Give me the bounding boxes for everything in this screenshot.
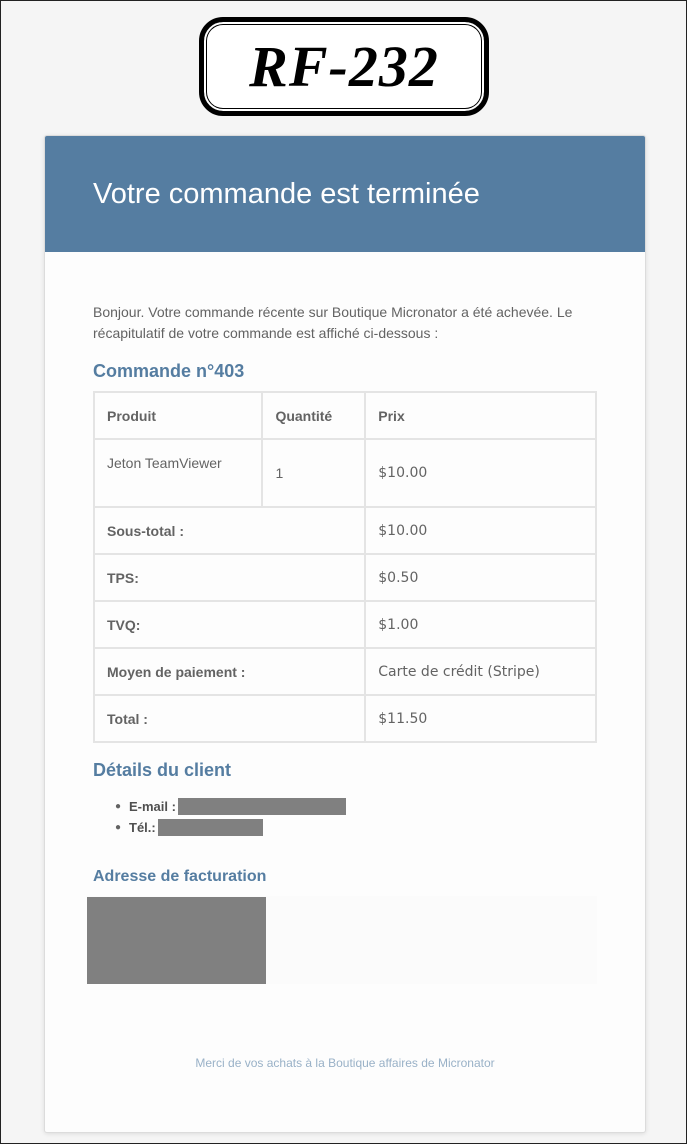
item-quantity: 1 bbox=[261, 438, 367, 508]
column-header-quantity: Quantité bbox=[261, 391, 367, 440]
tvq-row: TVQ: $1.00 bbox=[92, 600, 597, 649]
column-header-product: Produit bbox=[92, 391, 264, 440]
page-title: Votre commande est terminée bbox=[93, 177, 480, 210]
subtotal-row: Sous-total : $10.00 bbox=[92, 506, 597, 555]
item-price: $10.00 bbox=[364, 438, 597, 508]
list-item-email: ● E-mail : bbox=[115, 796, 346, 817]
table-row: Jeton TeamViewer 1 $10.00 bbox=[92, 438, 597, 508]
payment-method-label: Moyen de paiement : bbox=[92, 647, 367, 696]
list-item-phone: ● Tél.: bbox=[115, 817, 346, 838]
tvq-label: TVQ: bbox=[92, 600, 367, 649]
client-details-title: Détails du client bbox=[93, 760, 232, 780]
email-header: Votre commande est terminée bbox=[45, 136, 645, 252]
logo-text: RF-232 bbox=[249, 33, 439, 99]
bullet-icon: ● bbox=[115, 801, 122, 812]
email-redaction bbox=[177, 798, 346, 815]
subtotal-label: Sous-total : bbox=[92, 506, 367, 555]
item-product: Jeton TeamViewer bbox=[92, 438, 264, 508]
subtotal-value: $10.00 bbox=[364, 506, 597, 555]
order-title: Commande n°403 bbox=[93, 361, 245, 381]
total-value: $11.50 bbox=[364, 694, 597, 743]
email-card: Votre commande est terminée Bonjour. Vot… bbox=[44, 135, 646, 1133]
order-table: Produit Quantité Prix Jeton TeamViewer 1… bbox=[92, 391, 597, 743]
intro-text: Bonjour. Votre commande récente sur Bout… bbox=[93, 304, 573, 341]
bullet-icon: ● bbox=[115, 822, 122, 833]
total-row: Total : $11.50 bbox=[92, 694, 597, 743]
billing-address-title: Adresse de facturation bbox=[93, 868, 267, 885]
brand-logo: RF-232 bbox=[199, 17, 489, 116]
total-label: Total : bbox=[92, 694, 367, 743]
column-header-price: Prix bbox=[364, 391, 597, 440]
phone-redaction bbox=[157, 819, 263, 836]
tps-value: $0.50 bbox=[364, 553, 597, 602]
footer-text: Merci de vos achats à la Boutique affair… bbox=[195, 1056, 495, 1070]
client-details-list: ● E-mail : ● Tél.: bbox=[115, 796, 346, 838]
billing-address-redaction bbox=[87, 897, 266, 984]
payment-method-value: Carte de crédit (Stripe) bbox=[364, 647, 597, 696]
tps-label: TPS: bbox=[92, 553, 367, 602]
tvq-value: $1.00 bbox=[364, 600, 597, 649]
tps-row: TPS: $0.50 bbox=[92, 553, 597, 602]
phone-label: Tél.: bbox=[129, 820, 156, 835]
email-label: E-mail : bbox=[129, 799, 176, 814]
payment-method-row: Moyen de paiement : Carte de crédit (Str… bbox=[92, 647, 597, 696]
table-header-row: Produit Quantité Prix bbox=[92, 391, 597, 440]
